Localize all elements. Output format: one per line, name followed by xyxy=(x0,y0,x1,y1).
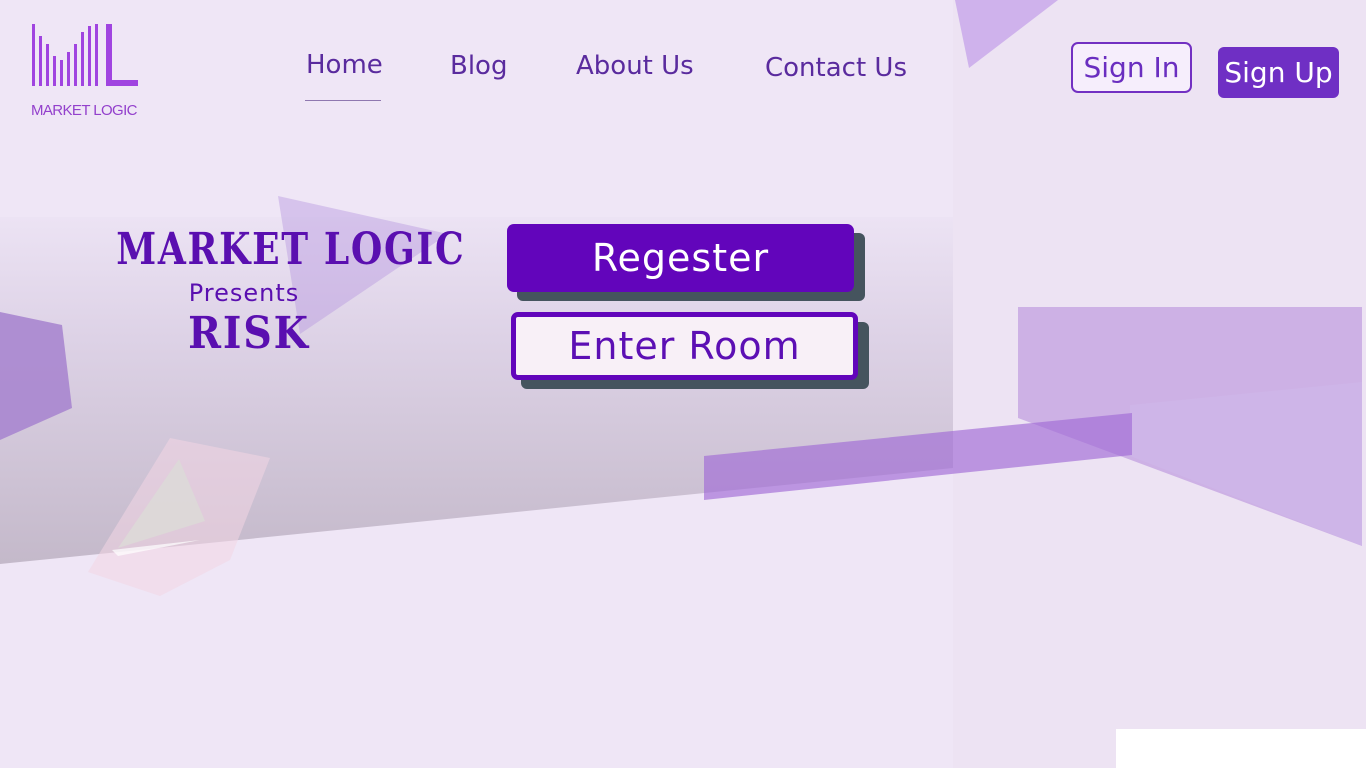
sign-up-button[interactable]: Sign Up xyxy=(1218,47,1339,98)
enter-room-button[interactable]: Enter Room xyxy=(511,312,858,380)
nav-home[interactable]: Home xyxy=(306,50,383,80)
logo-text: MARKET LOGIC xyxy=(31,102,137,119)
sign-in-button[interactable]: Sign In xyxy=(1071,42,1192,93)
hero-heading: MARKET LOGIC Presents RISK xyxy=(86,222,466,360)
nav-home-underline xyxy=(305,100,381,101)
bar-chart-logo-icon xyxy=(32,24,138,86)
corner-white-block xyxy=(1116,729,1366,768)
right-lower-shape xyxy=(1130,382,1362,546)
brand-logo[interactable]: MARKET LOGIC xyxy=(30,22,160,122)
hero-title: MARKET LOGIC xyxy=(116,224,466,275)
top-triangle-shape xyxy=(955,0,1058,68)
nav-contact-us[interactable]: Contact Us xyxy=(765,53,907,83)
hero-subtitle: Presents xyxy=(188,279,300,307)
register-button[interactable]: Regester xyxy=(507,224,854,292)
nav-about-us[interactable]: About Us xyxy=(576,51,694,81)
hero-game-name: RISK xyxy=(188,308,310,359)
nav-blog[interactable]: Blog xyxy=(450,51,507,81)
